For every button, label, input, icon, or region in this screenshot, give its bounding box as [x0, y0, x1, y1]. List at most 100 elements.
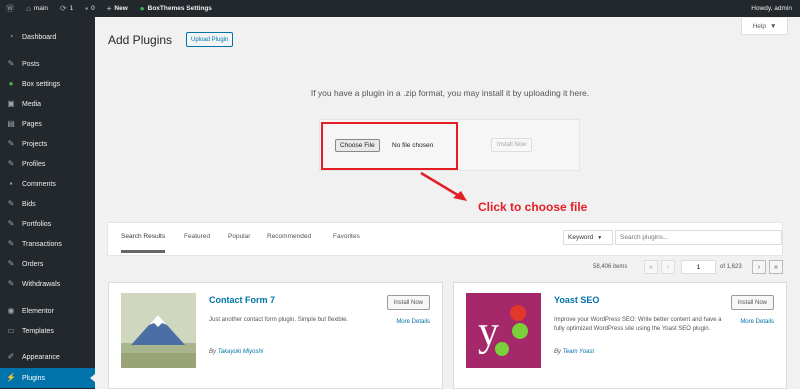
elementor-icon: ◉	[7, 306, 15, 315]
first-page-button[interactable]: «	[644, 260, 658, 274]
admin-bar: Ⓦ ⌂ main ⟳ 1 ▪ 0 + New ● BoxThemes Settings H…	[0, 0, 800, 17]
more-details-link[interactable]: More Details	[740, 319, 774, 325]
wordpress-logo[interactable]: Ⓦ	[0, 0, 20, 17]
pin-icon: ✎	[7, 239, 15, 248]
page-title: Add Plugins	[108, 33, 173, 47]
plugin-author: By Team Yoast	[554, 349, 594, 355]
sidebar-item-label: Transactions	[22, 240, 62, 248]
tab-search-results[interactable]: Search Results	[121, 233, 166, 253]
pin-icon: ✎	[7, 139, 15, 148]
sidebar-item-label: Orders	[22, 260, 44, 268]
pin-icon: ✎	[7, 219, 15, 228]
sidebar-item-label: Templates	[22, 327, 54, 335]
next-page-button[interactable]: ›	[752, 260, 766, 274]
upload-plugin-button[interactable]: Upload Plugin	[186, 32, 234, 47]
annotation-highlight-box	[321, 122, 458, 170]
tab-favorites[interactable]: Favorites	[333, 233, 360, 240]
author-prefix: By	[209, 349, 217, 355]
media-icon: ▣	[7, 99, 15, 108]
sidebar-item-label: Plugins	[22, 374, 45, 382]
plugin-name-link[interactable]: Yoast SEO	[554, 295, 599, 305]
sidebar-item-label: Media	[22, 100, 42, 108]
plugin-description: Just another contact form plugin. Simple…	[209, 317, 349, 323]
annotation-label: Click to choose file	[478, 200, 588, 214]
current-page-input[interactable]	[681, 260, 716, 274]
yoast-logo-icon: y	[466, 293, 541, 368]
refresh-icon: ⟳	[59, 3, 67, 13]
search-plugins-input[interactable]	[615, 230, 782, 245]
updates-link[interactable]: ⟳ 1	[54, 0, 79, 17]
brush-icon: ✐	[7, 352, 15, 361]
annotation-arrow-icon	[420, 171, 467, 201]
wordpress-icon: Ⓦ	[6, 3, 14, 13]
sidebar-item-media[interactable]: ▣ Media	[0, 94, 95, 114]
plugin-description: Improve your WordPress SEO: Write better…	[554, 317, 722, 332]
sidebar-item-elementor[interactable]: ◉ Elementor	[0, 301, 95, 321]
pin-icon: ✎	[7, 159, 15, 168]
sidebar-item-box-settings[interactable]: ● Box settings	[0, 74, 95, 94]
search-type-value: Keyword	[568, 234, 594, 241]
sidebar-item-label: Box settings	[22, 80, 61, 88]
home-icon: ⌂	[26, 3, 31, 13]
account-menu[interactable]: Howdy, admin	[745, 0, 800, 17]
install-now-button[interactable]: Install Now	[386, 295, 430, 310]
sidebar-item-withdrawals[interactable]: ✎ Withdrawals	[0, 274, 95, 294]
sidebar-item-label: Projects	[22, 140, 48, 148]
plug-icon: ⚡	[6, 373, 16, 382]
sidebar-item-profiles[interactable]: ✎ Profiles	[0, 154, 95, 174]
boxthemes-settings-link[interactable]: ● BoxThemes Settings	[134, 0, 218, 17]
pin-icon: ✎	[7, 259, 15, 268]
comment-icon: ▪	[85, 3, 89, 13]
pin-icon: ✎	[7, 279, 15, 288]
search-type-select[interactable]: Keyword ▼	[563, 230, 613, 245]
sidebar-item-label: Posts	[22, 60, 40, 68]
sidebar-item-orders[interactable]: ✎ Orders	[0, 254, 95, 274]
sidebar-item-label: Dashboard	[22, 33, 57, 41]
circle-icon: ●	[8, 79, 14, 88]
install-now-button-disabled[interactable]: Install Now	[491, 138, 533, 152]
new-content-link[interactable]: + New	[101, 0, 134, 17]
tab-featured[interactable]: Featured	[184, 233, 210, 240]
sidebar-item-label: Appearance	[22, 353, 60, 361]
yoast-seo-thumbnail: y	[466, 293, 541, 368]
pin-icon: ✎	[7, 199, 15, 208]
sidebar-item-comments[interactable]: ▪ Comments	[0, 174, 95, 194]
sidebar-item-label: Elementor	[22, 307, 54, 315]
sidebar-item-label: Comments	[22, 180, 56, 188]
sidebar-item-portfolios[interactable]: ✎ Portfolios	[0, 214, 95, 234]
site-name-label: main	[33, 5, 48, 12]
sidebar-item-projects[interactable]: ✎ Projects	[0, 134, 95, 154]
sidebar-item-plugins[interactable]: ⚡ Plugins	[0, 368, 95, 388]
pages-icon: ▤	[7, 119, 15, 128]
plus-icon: +	[106, 3, 112, 13]
last-page-button[interactable]: »	[769, 260, 783, 274]
sidebar-item-bids[interactable]: ✎ Bids	[0, 194, 95, 214]
help-tab[interactable]: Help ▼	[741, 18, 788, 35]
sidebar-item-label: Withdrawals	[22, 280, 61, 288]
more-details-link[interactable]: More Details	[396, 319, 430, 325]
sidebar-item-label: Bids	[22, 200, 36, 208]
prev-page-button[interactable]: ‹	[661, 260, 675, 274]
dashboard-icon: ◔	[8, 32, 14, 41]
sidebar-item-appearance[interactable]: ✐ Appearance	[0, 347, 95, 367]
caret-down-icon: ▼	[597, 234, 603, 241]
greeting-label: Howdy, admin	[751, 5, 792, 12]
sidebar-item-templates[interactable]: ▭ Templates	[0, 321, 95, 341]
plugin-name-link[interactable]: Contact Form 7	[209, 295, 275, 305]
sidebar-item-pages[interactable]: ▤ Pages	[0, 114, 95, 134]
comments-count: 0	[91, 5, 95, 12]
comments-link[interactable]: ▪ 0	[79, 0, 100, 17]
tab-recommended[interactable]: Recommended	[267, 233, 311, 240]
site-name-link[interactable]: ⌂ main	[20, 0, 54, 17]
author-link[interactable]: Takayuki Miyoshi	[218, 349, 263, 355]
sidebar-item-posts[interactable]: ✎ Posts	[0, 54, 95, 74]
author-link[interactable]: Team Yoast	[563, 349, 594, 355]
install-now-button[interactable]: Install Now	[730, 295, 774, 310]
sidebar-item-transactions[interactable]: ✎ Transactions	[0, 234, 95, 254]
contact-form-7-thumbnail	[121, 293, 196, 368]
total-pages-label: of 1,623	[720, 264, 742, 270]
updates-count: 1	[69, 5, 74, 12]
caret-down-icon: ▼	[769, 22, 777, 30]
sidebar-item-dashboard[interactable]: ◔ Dashboard	[0, 27, 95, 47]
tab-popular[interactable]: Popular	[228, 233, 250, 240]
